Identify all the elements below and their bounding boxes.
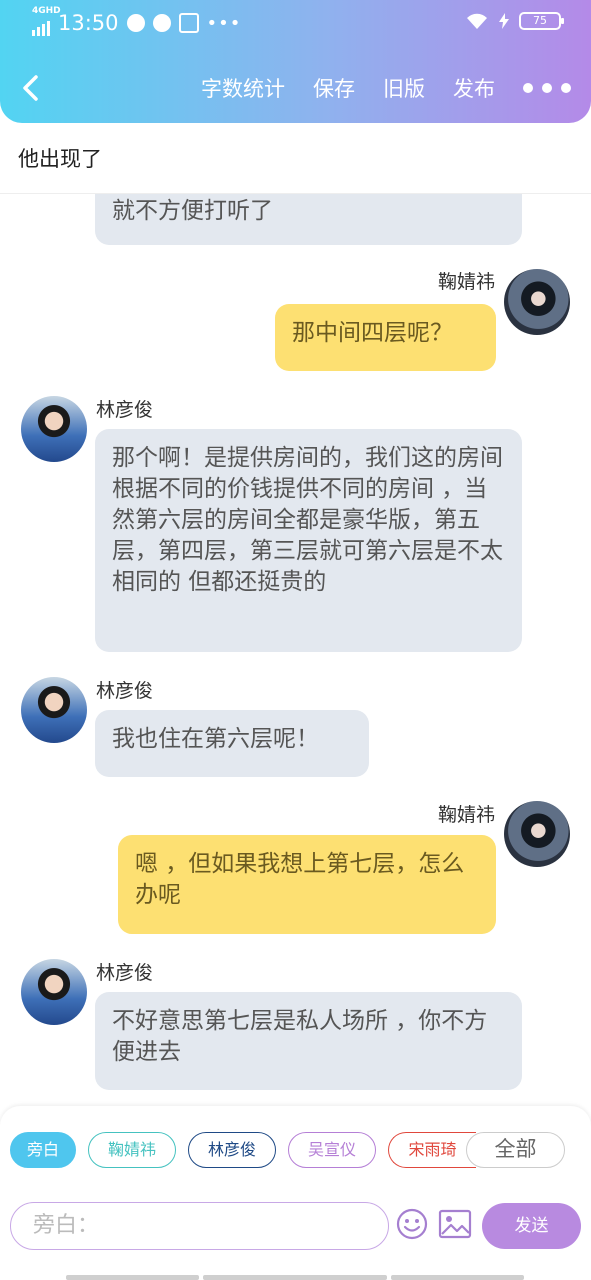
role-chip-lin-yanjun[interactable]: 林彦俊 [188, 1132, 276, 1168]
avatar[interactable] [21, 677, 87, 743]
gesture-bar [203, 1275, 387, 1280]
battery-icon: 75 [519, 12, 564, 30]
avatar[interactable] [21, 959, 87, 1025]
more-notifications-icon: ••• [206, 12, 242, 34]
sender-name: 鞠婧祎 [437, 804, 495, 826]
sender-name: 林彦俊 [96, 680, 154, 702]
message-text: 嗯 ，但如果我想上第七层，怎么办呢 [135, 851, 465, 908]
role-chip-ju-jingyi[interactable]: 鞠婧祎 [88, 1132, 176, 1168]
publish-button[interactable]: 发布 [453, 73, 495, 103]
message-text: 不好意思第七层是私人场所 ，你不方便进去 [112, 1008, 488, 1065]
message-bubble[interactable]: 那个啊！是提供房间的，我们这的房间根据不同的价钱提供不同的房间 ，当然第六层的房… [95, 429, 522, 652]
wechat-icon [152, 14, 171, 32]
chat-area[interactable]: 就不方便打听了 鞠婧祎 那中间四层呢？ 林彦俊 那个啊！是提供房间的，我们这的房… [0, 194, 591, 1106]
avatar[interactable] [21, 396, 87, 462]
role-chip-wu-xuanyi[interactable]: 吴宣仪 [288, 1132, 376, 1168]
message-text: 我也住在第六层呢！ [112, 726, 319, 752]
message-bubble[interactable]: 就不方便打听了 [95, 194, 522, 245]
sender-name: 林彦俊 [96, 399, 154, 421]
save-button[interactable]: 保存 [313, 73, 355, 103]
avatar[interactable] [504, 801, 570, 867]
emoji-icon[interactable] [396, 1208, 428, 1240]
sender-name: 林彦俊 [96, 962, 154, 984]
chapter-title[interactable]: 他出现了 [18, 143, 102, 173]
word-count-button[interactable]: 字数统计 [201, 73, 285, 103]
notification-app-icon [126, 14, 145, 32]
wifi-icon [467, 13, 487, 29]
role-chip-narration[interactable]: 旁白 [10, 1132, 76, 1168]
message-bubble[interactable]: 我也住在第六层呢！ [95, 710, 369, 777]
charging-icon [499, 13, 509, 29]
signal-icon [32, 18, 50, 36]
message-bubble[interactable]: 嗯 ，但如果我想上第七层，怎么办呢 [118, 835, 496, 934]
avatar[interactable] [504, 269, 570, 335]
status-bar: 4GHD 13:50 ••• 75 [0, 0, 591, 46]
message-text: 那中间四层呢？ [292, 320, 453, 346]
message-bubble[interactable]: 不好意思第七层是私人场所 ，你不方便进去 [95, 992, 522, 1090]
role-chip-song-yuqi[interactable]: 宋雨琦 [388, 1132, 476, 1168]
send-button[interactable]: 发送 [482, 1203, 581, 1249]
gesture-bar [66, 1275, 199, 1280]
old-version-button[interactable]: 旧版 [383, 73, 425, 103]
image-icon[interactable] [438, 1208, 472, 1240]
clock: 13:50 [58, 11, 119, 35]
message-bubble[interactable]: 那中间四层呢？ [275, 304, 496, 371]
message-text: 那个啊！是提供房间的，我们这的房间根据不同的价钱提供不同的房间 ，当然第六层的房… [112, 445, 503, 595]
all-roles-button[interactable]: 全部 [466, 1132, 565, 1168]
back-arrow-icon[interactable] [18, 72, 46, 104]
more-menu-icon[interactable] [523, 83, 571, 93]
screen-record-icon [178, 13, 199, 33]
gesture-bar [391, 1275, 524, 1280]
message-text: 就不方便打听了 [112, 198, 273, 224]
compose-panel: 旁白 鞠婧祎 林彦俊 吴宣仪 宋雨琦 全部 旁白： 发送 [0, 1106, 591, 1280]
sender-name: 鞠婧祎 [437, 271, 495, 293]
app-header: 4GHD 13:50 ••• 75 字数统计 保存 旧版 发布 [0, 0, 591, 123]
message-input[interactable]: 旁白： [10, 1202, 389, 1250]
